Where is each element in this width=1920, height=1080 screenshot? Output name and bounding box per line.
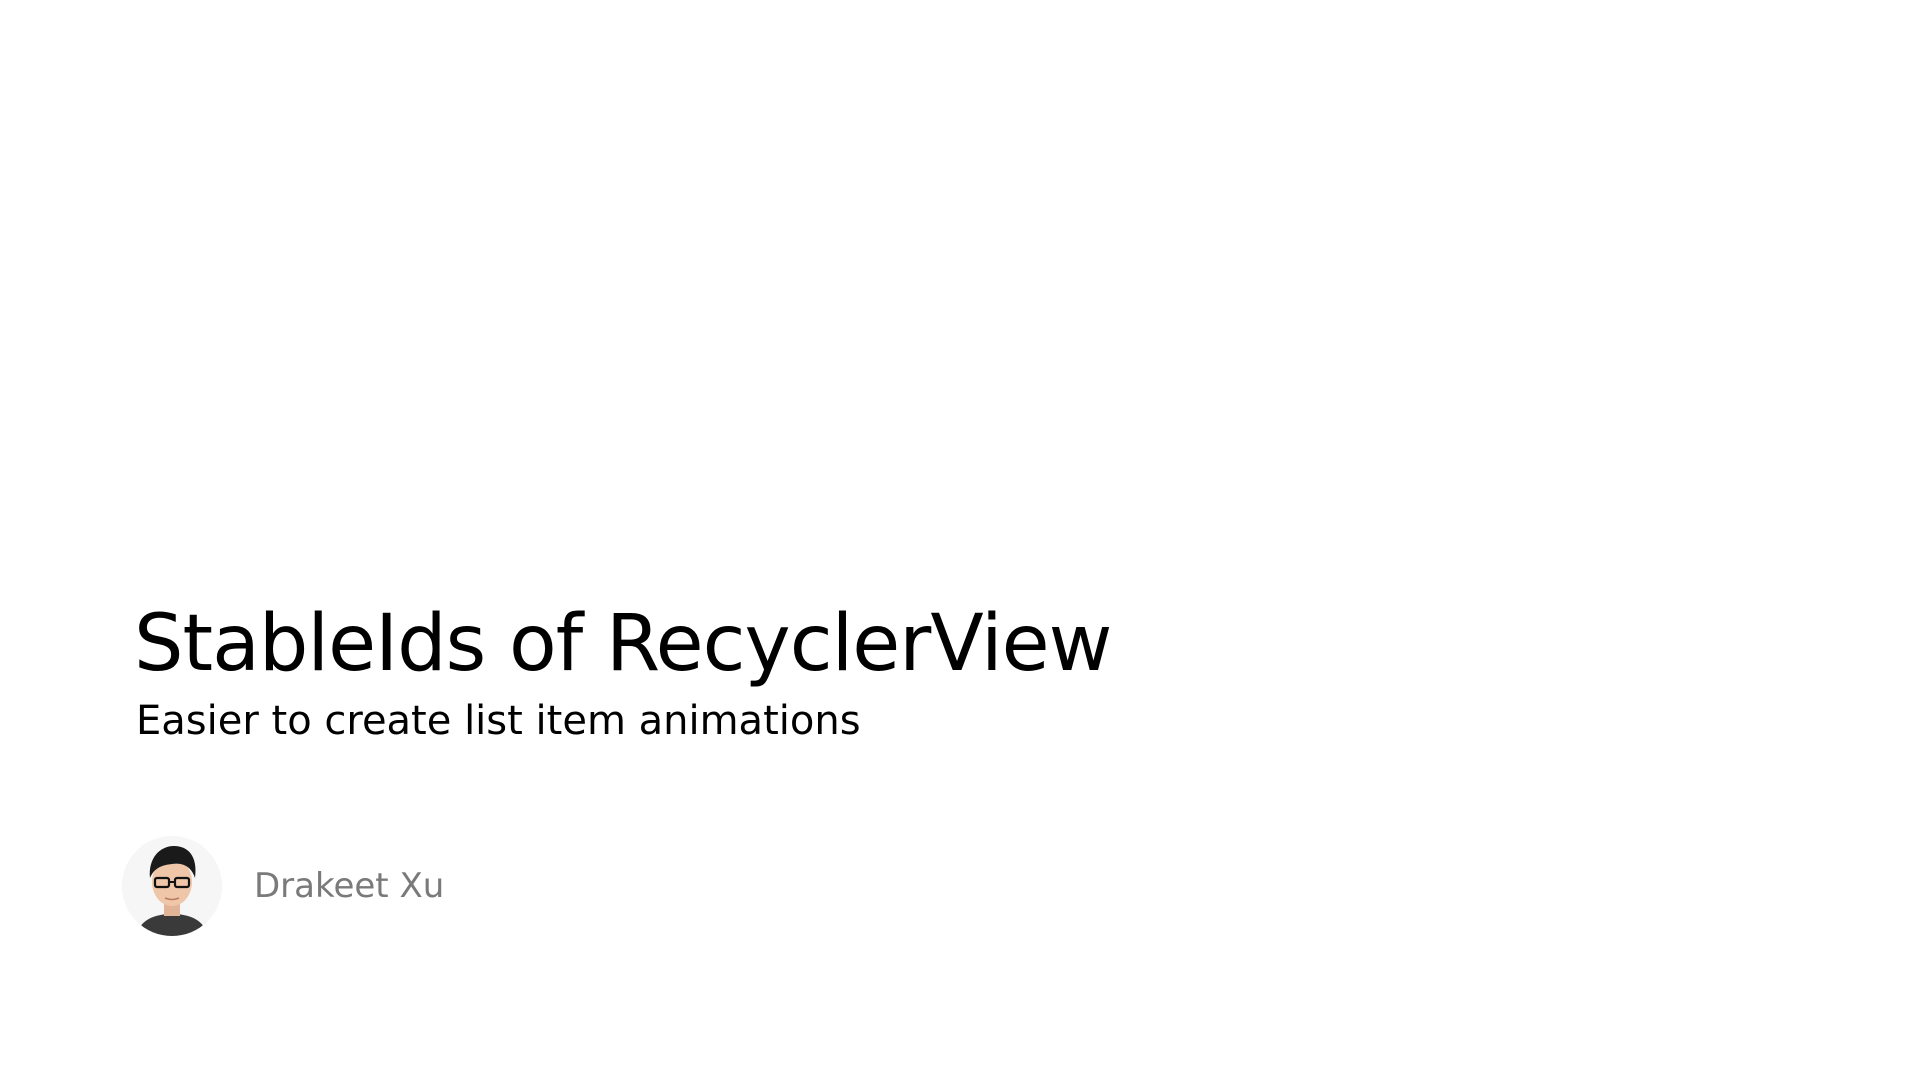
slide-title: StableIds of RecyclerView — [134, 599, 1112, 689]
author-name: Drakeet Xu — [254, 866, 445, 906]
person-avatar-icon — [122, 836, 222, 936]
presentation-slide: StableIds of RecyclerView Easier to crea… — [0, 0, 1920, 1080]
author-avatar — [122, 836, 222, 936]
slide-subtitle: Easier to create list item animations — [136, 698, 861, 744]
author-block: Drakeet Xu — [122, 836, 444, 936]
